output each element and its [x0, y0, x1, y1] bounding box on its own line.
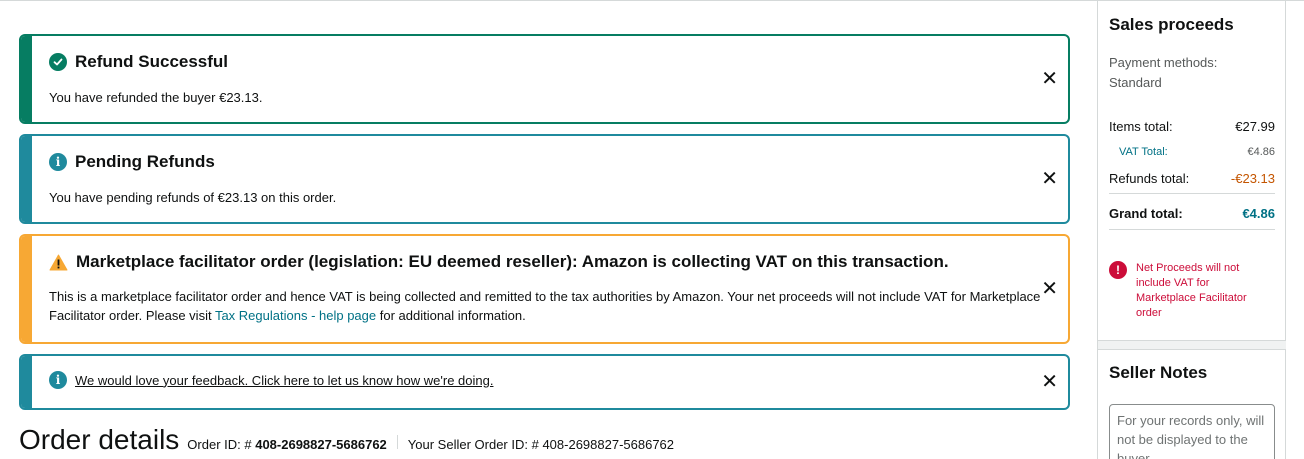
alert-message: You have refunded the buyer €23.13. — [49, 90, 263, 105]
alert-title: Marketplace facilitator order (legislati… — [76, 252, 949, 271]
alert-message: You have pending refunds of €23.13 on th… — [49, 190, 337, 205]
error-circle-icon: ! — [1109, 261, 1127, 279]
vat-total-value: €4.86 — [1247, 146, 1275, 158]
order-id-label: Order ID: # — [187, 437, 252, 452]
alert-title: Refund Successful — [75, 52, 229, 71]
alert-header: Refund Successful — [49, 52, 228, 72]
alert-header: Marketplace facilitator order (legislati… — [49, 252, 949, 272]
warning-triangle-icon — [49, 254, 68, 271]
alert-header: i We would love your feedback. Click her… — [49, 371, 493, 389]
grand-total-value: €4.86 — [1242, 206, 1275, 221]
alert-accent-bar — [21, 356, 32, 408]
payment-methods: Payment methods: Standard — [1109, 55, 1218, 90]
seller-order-id-label: Your Seller Order ID: # — [407, 437, 539, 452]
grand-total-label: Grand total: — [1109, 206, 1183, 221]
alert-message: This is a marketplace facilitator order … — [49, 287, 1049, 325]
items-total-row: Items total: €27.99 — [1109, 119, 1275, 134]
marketplace-facilitator-alert: Marketplace facilitator order (legislati… — [19, 234, 1070, 344]
close-icon[interactable]: ✕ — [1041, 69, 1058, 89]
divider — [1109, 229, 1275, 230]
feedback-link[interactable]: We would love your feedback. Click here … — [75, 373, 493, 388]
items-total-value: €27.99 — [1235, 119, 1275, 134]
page-title: Order details — [19, 424, 180, 455]
alert-title: Pending Refunds — [75, 152, 215, 171]
feedback-alert: i We would love your feedback. Click her… — [19, 354, 1070, 410]
divider — [1109, 193, 1275, 194]
seller-order-id-value: 408-2698827-5686762 — [542, 437, 675, 452]
net-proceeds-warning: ! Net Proceeds will not include VAT for … — [1109, 261, 1266, 321]
message-text: This is a marketplace facilitator order … — [49, 289, 1041, 323]
section-divider — [1098, 340, 1286, 350]
alert-accent-bar — [21, 136, 32, 222]
order-id: Order ID: # 408-2698827-5686762 — [187, 437, 387, 452]
sales-proceeds-sidebar: Sales proceeds Payment methods: Standard… — [1097, 0, 1286, 459]
refunds-total-value: -€23.13 — [1230, 171, 1275, 186]
message-text-end: for additional information. — [376, 308, 526, 323]
close-icon[interactable]: ✕ — [1041, 279, 1058, 299]
grand-total-row: Grand total: €4.86 — [1109, 206, 1275, 221]
info-circle-icon: i — [49, 153, 67, 171]
tax-regulations-link[interactable]: Tax Regulations - help page — [215, 308, 376, 323]
sales-proceeds-title: Sales proceeds — [1109, 15, 1234, 34]
order-details-header: Order details Order ID: # 408-2698827-56… — [19, 424, 674, 456]
seller-notes-textarea[interactable]: For your records only, will not be displ… — [1109, 404, 1275, 459]
check-circle-icon — [49, 53, 67, 71]
close-icon[interactable]: ✕ — [1041, 372, 1058, 392]
alert-header: i Pending Refunds — [49, 152, 215, 172]
alert-accent-bar — [21, 236, 32, 342]
vat-total-row: VAT Total: €4.86 — [1119, 146, 1275, 158]
items-total-label: Items total: — [1109, 119, 1173, 134]
seller-notes-title: Seller Notes — [1109, 363, 1208, 382]
seller-order-id: Your Seller Order ID: # 408-2698827-5686… — [408, 437, 674, 452]
info-circle-icon: i — [49, 371, 67, 389]
alert-accent-bar — [21, 36, 32, 122]
refund-successful-alert: Refund Successful You have refunded the … — [19, 34, 1070, 124]
close-icon[interactable]: ✕ — [1041, 169, 1058, 189]
net-proceeds-warning-text: Net Proceeds will not include VAT for Ma… — [1136, 262, 1247, 319]
refunds-total-label: Refunds total: — [1109, 171, 1190, 186]
divider — [396, 435, 398, 449]
refunds-total-row: Refunds total: -€23.13 — [1109, 171, 1275, 186]
vat-total-label[interactable]: VAT Total: — [1119, 146, 1168, 158]
order-id-value: 408-2698827-5686762 — [255, 437, 387, 452]
pending-refunds-alert: i Pending Refunds You have pending refun… — [19, 134, 1070, 224]
